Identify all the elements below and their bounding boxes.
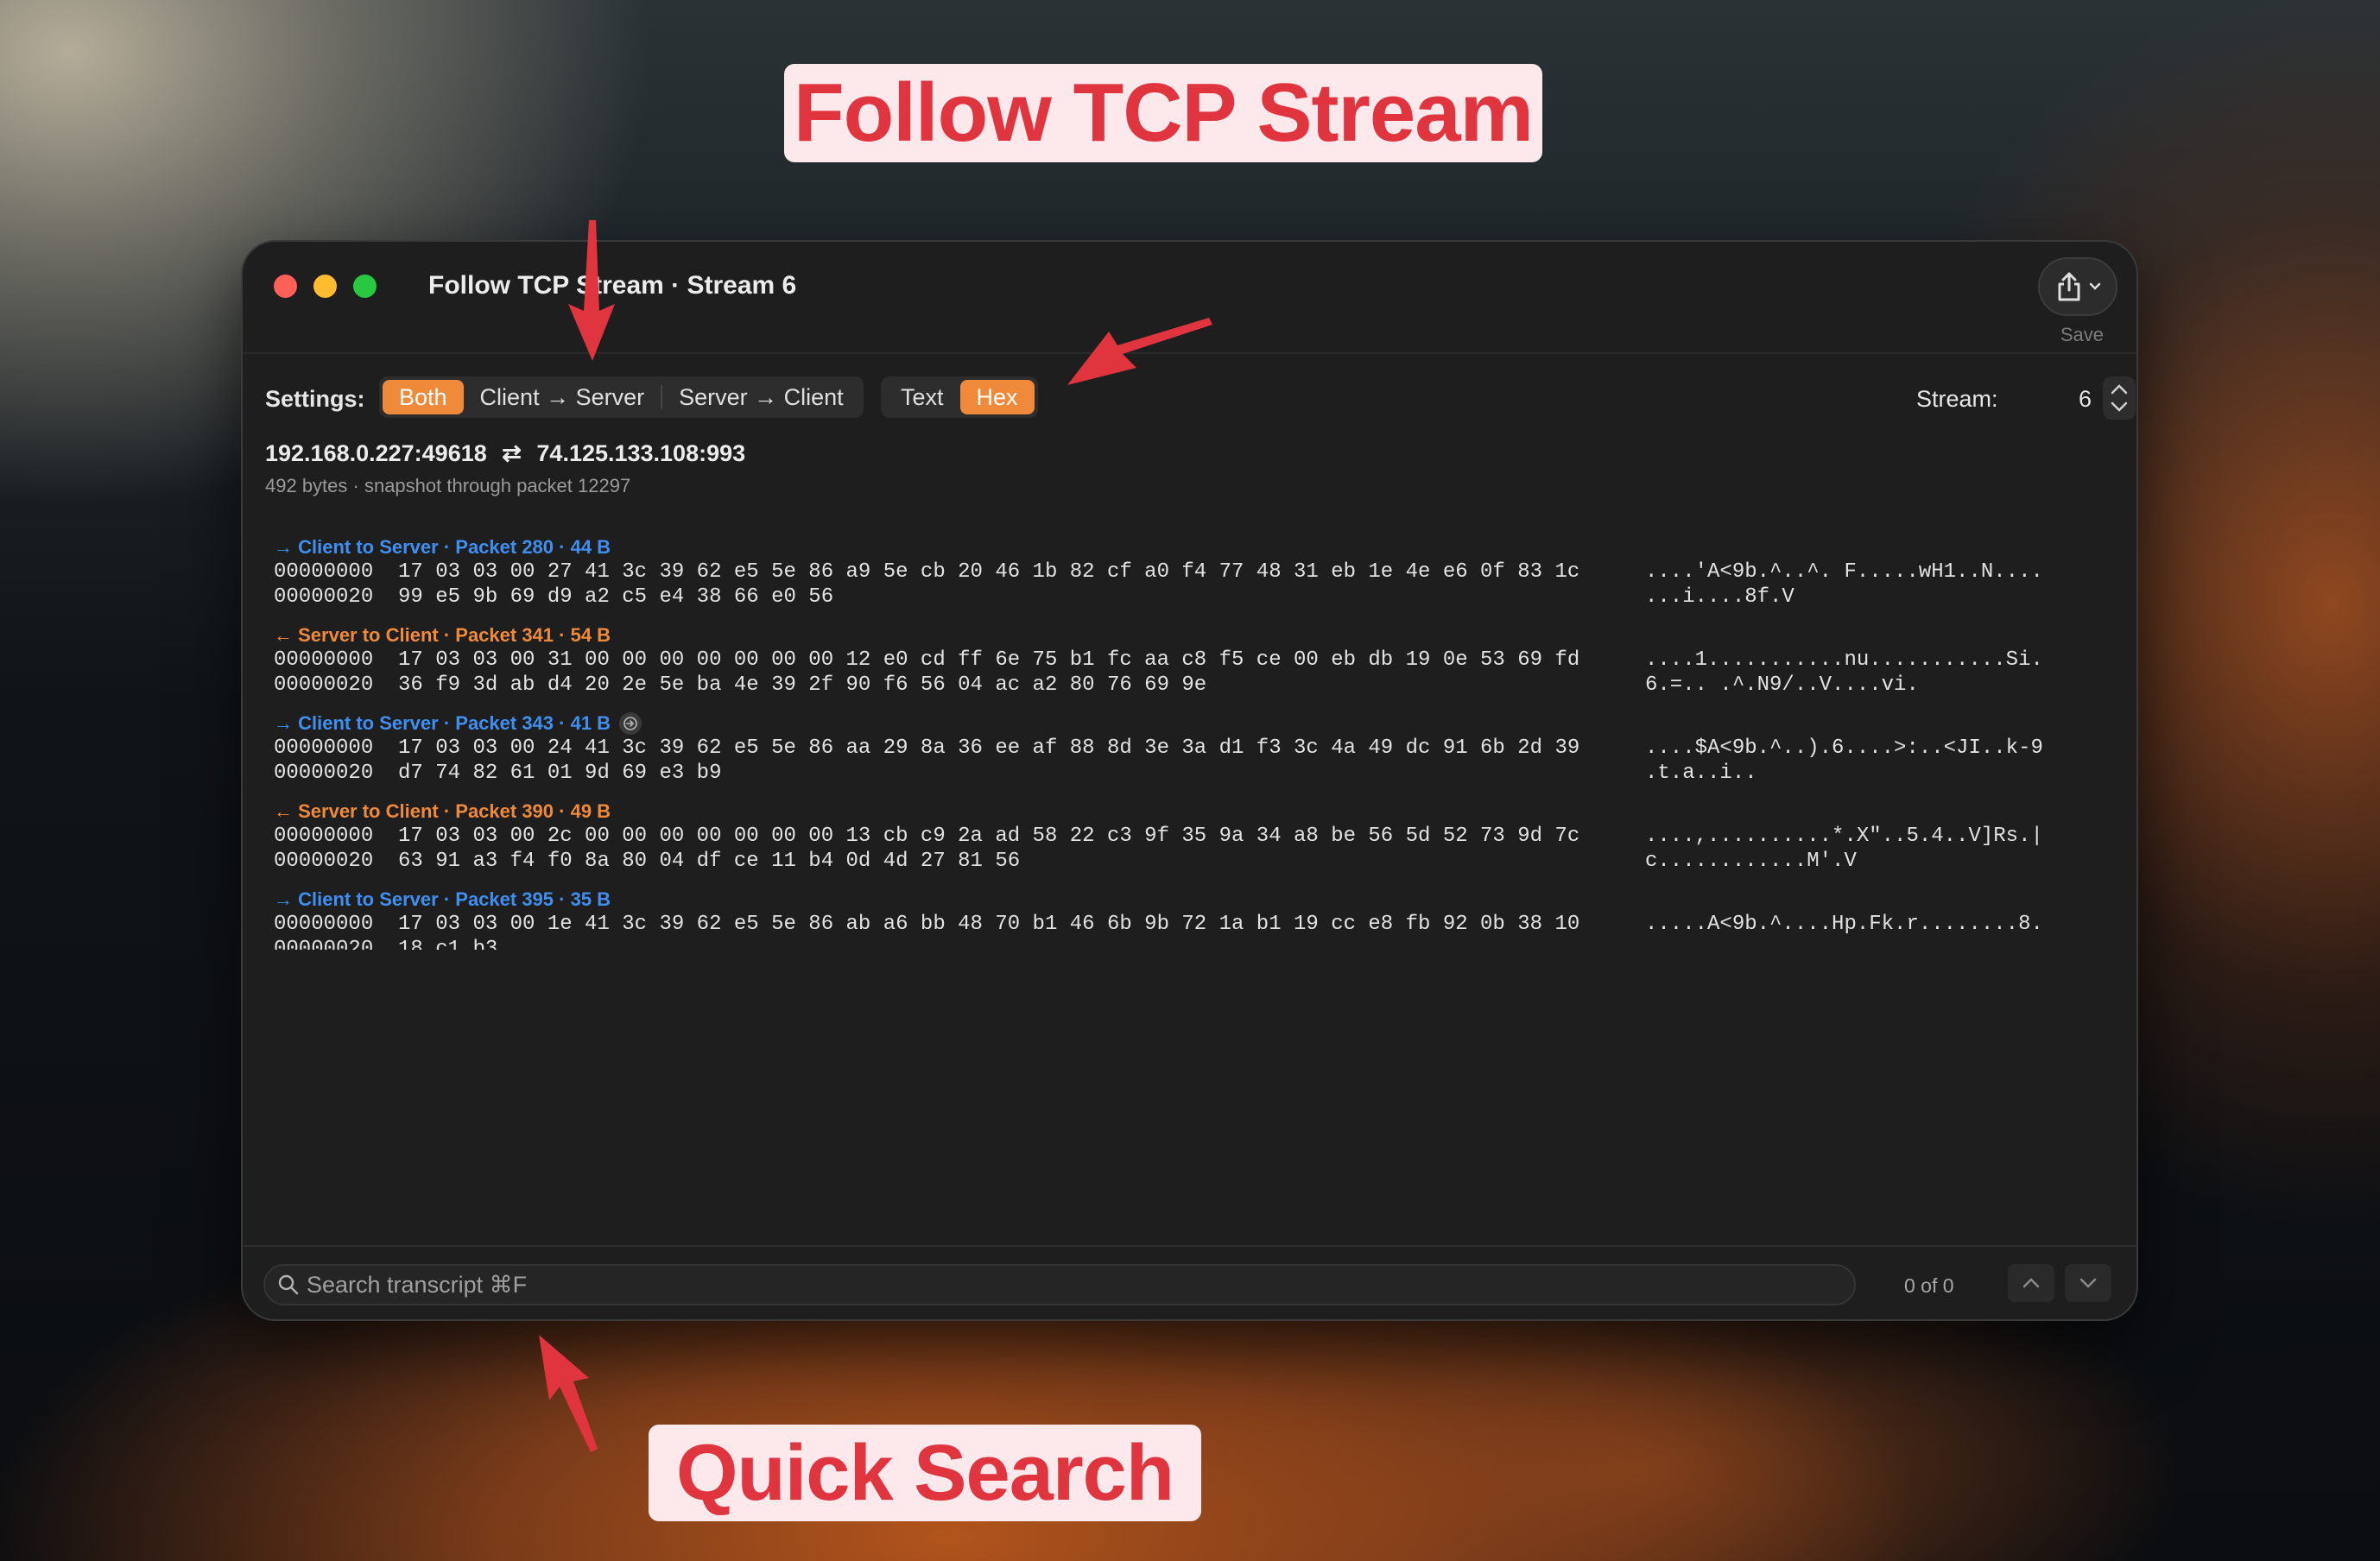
client-endpoint: 192.168.0.227:49618: [265, 440, 487, 466]
minimize-window-button[interactable]: [313, 275, 337, 298]
ascii-bytes: ....1...........nu...........Si.: [1645, 648, 2043, 672]
callout-follow-tcp-stream: Follow TCP Stream: [784, 64, 1542, 162]
packet-header-label: → Client to Server · Packet 343 · 41 B: [274, 712, 611, 734]
hex-row: 00000000 17 03 03 00 2c 00 00 00 00 00 0…: [274, 824, 2130, 849]
share-save-button[interactable]: [2038, 257, 2117, 316]
window-title: Follow TCP Stream · Stream 6: [428, 271, 797, 300]
ascii-bytes: .t.a..i..: [1645, 762, 1757, 785]
packet-header[interactable]: ← Server to Client · Packet 390 · 49 B: [274, 799, 2130, 824]
ascii-bytes: ...i....8f.V: [1645, 585, 1794, 609]
ascii-bytes: .....A<9b.^....Hp.Fk.r........8.: [1645, 913, 2043, 936]
match-count: 0 of 0: [1904, 1274, 1954, 1297]
zoom-window-button[interactable]: [353, 275, 377, 298]
previous-match-button[interactable]: [2008, 1264, 2054, 1302]
packet-block: ← Server to Client · Packet 341 · 54 B 00…: [274, 623, 2130, 698]
ascii-bytes: ....,..........*.X"..5.4..V]Rs.|: [1645, 825, 2043, 848]
callout-quick-search: Quick Search: [649, 1425, 1201, 1521]
chevron-down-icon: [2079, 1278, 2097, 1288]
direction-server-to-client[interactable]: Server → Client: [662, 380, 860, 414]
hex-row: 00000020 63 91 a3 f4 f0 8a 80 04 df ce 1…: [274, 849, 2130, 874]
stream-value[interactable]: 6: [2079, 386, 2092, 413]
packet-header[interactable]: → Client to Server · Packet 280 · 44 B: [274, 535, 2130, 559]
annotation-arrow-icon: [539, 1335, 598, 1452]
settings-label: Settings:: [265, 386, 365, 412]
hex-bytes: 00000020 63 91 a3 f4 f0 8a 80 04 df ce 1…: [274, 850, 1021, 873]
hex-row: 00000000 17 03 03 00 31 00 00 00 00 00 0…: [274, 648, 2130, 673]
title-bar: Follow TCP Stream · Stream 6 Save: [243, 242, 2136, 354]
format-text[interactable]: Text: [884, 380, 960, 414]
hex-bytes: 00000020 99 e5 9b 69 d9 a2 c5 e4 38 66 e…: [274, 585, 834, 609]
transcript-view[interactable]: → Client to Server · Packet 280 · 44 B 00…: [274, 535, 2130, 950]
server-endpoint: 74.125.133.108:993: [536, 440, 746, 466]
hex-row: 00000000 17 03 03 00 24 41 3c 39 62 e5 5…: [274, 736, 2130, 761]
share-icon: [2058, 272, 2080, 301]
divider: [243, 352, 2136, 354]
close-window-button[interactable]: [274, 275, 297, 298]
packet-block: → Client to Server · Packet 343 · 41 B 00…: [274, 711, 2130, 786]
direction-both[interactable]: Both: [383, 380, 464, 414]
hex-bytes: 00000020 36 f9 3d ab d4 20 2e 5e ba 4e 3…: [274, 673, 1207, 697]
hex-row: 00000000 17 03 03 00 27 41 3c 39 62 e5 5…: [274, 559, 2130, 585]
hex-bytes: 00000000 17 03 03 00 2c 00 00 00 00 00 0…: [274, 825, 1580, 848]
hex-row: 00000020 18 c1 b3...: [274, 937, 2130, 950]
direction-client-to-server[interactable]: Client → Server: [464, 380, 661, 414]
stream-stepper[interactable]: [2103, 376, 2136, 420]
hex-row: 00000020 99 e5 9b 69 d9 a2 c5 e4 38 66 e…: [274, 585, 2130, 610]
ascii-bytes: 6.=.. .^.N9/..V....vi.: [1645, 673, 1919, 697]
format-segmented-control: Text Hex: [881, 376, 1038, 418]
search-icon: [278, 1274, 299, 1295]
follow-tcp-stream-window: Follow TCP Stream · Stream 6 Save Settin…: [241, 240, 2138, 1321]
chevron-up-icon: [2022, 1278, 2040, 1288]
snapshot-info: 492 bytes · snapshot through packet 1229…: [265, 475, 631, 496]
stepper-arrows-icon: [2111, 384, 2128, 412]
ascii-bytes: ....$A<9b.^..).6....>:..<JI..k-9: [1645, 736, 2043, 760]
packet-header-label: ← Server to Client · Packet 341 · 54 B: [274, 624, 611, 646]
save-label: Save: [2060, 324, 2104, 345]
hex-bytes: 00000000 17 03 03 00 1e 41 3c 39 62 e5 5…: [274, 913, 1580, 936]
hex-bytes: 00000020 18 c1 b3: [274, 938, 498, 950]
hex-bytes: 00000000 17 03 03 00 24 41 3c 39 62 e5 5…: [274, 736, 1580, 760]
format-hex[interactable]: Hex: [959, 380, 1035, 414]
packet-block: → Client to Server · Packet 280 · 44 B 00…: [274, 535, 2130, 610]
hex-row: 00000020 36 f9 3d ab d4 20 2e 5e ba 4e 3…: [274, 673, 2130, 698]
packet-block: ← Server to Client · Packet 390 · 49 B 00…: [274, 799, 2130, 874]
hex-row: 00000000 17 03 03 00 1e 41 3c 39 62 e5 5…: [274, 912, 2130, 937]
hex-bytes: 00000000 17 03 03 00 27 41 3c 39 62 e5 5…: [274, 560, 1580, 584]
search-field[interactable]: [263, 1264, 1856, 1305]
packet-header[interactable]: → Client to Server · Packet 343 · 41 B: [274, 711, 2130, 736]
packet-header-label: ← Server to Client · Packet 390 · 49 B: [274, 800, 611, 822]
hex-bytes: 00000000 17 03 03 00 31 00 00 00 00 00 0…: [274, 648, 1580, 672]
hex-bytes: 00000020 d7 74 82 61 01 9d 69 e3 b9: [274, 762, 722, 785]
packet-header[interactable]: → Client to Server · Packet 395 · 35 B: [274, 888, 2130, 912]
chevron-down-icon: [2089, 282, 2101, 290]
ascii-bytes: ....'A<9b.^..^. F.....wH1..N....: [1645, 560, 2043, 584]
stream-label: Stream:: [1916, 386, 1998, 412]
settings-bar: Settings: Both Client → Server Server → …: [265, 376, 2136, 420]
divider: [243, 1245, 2136, 1247]
next-match-button[interactable]: [2065, 1264, 2111, 1302]
direction-segmented-control: Both Client → Server Server → Client: [379, 376, 864, 418]
bidirectional-icon: ⇄: [502, 440, 522, 466]
jump-to-packet-icon[interactable]: [619, 712, 642, 735]
packet-header[interactable]: ← Server to Client · Packet 341 · 54 B: [274, 623, 2130, 648]
packet-header-label: → Client to Server · Packet 395 · 35 B: [274, 888, 611, 910]
ascii-bytes: c............M'.V: [1645, 850, 1857, 873]
hex-row: 00000020 d7 74 82 61 01 9d 69 e3 b9 .t.a.…: [274, 761, 2130, 786]
packet-header-label: → Client to Server · Packet 280 · 44 B: [274, 536, 611, 558]
connection-endpoints: 192.168.0.227:49618 ⇄ 74.125.133.108:993: [265, 440, 745, 467]
ascii-bytes: ...: [1645, 938, 1683, 950]
search-input[interactable]: [307, 1271, 1844, 1299]
packet-block: → Client to Server · Packet 395 · 35 B 00…: [274, 888, 2130, 950]
